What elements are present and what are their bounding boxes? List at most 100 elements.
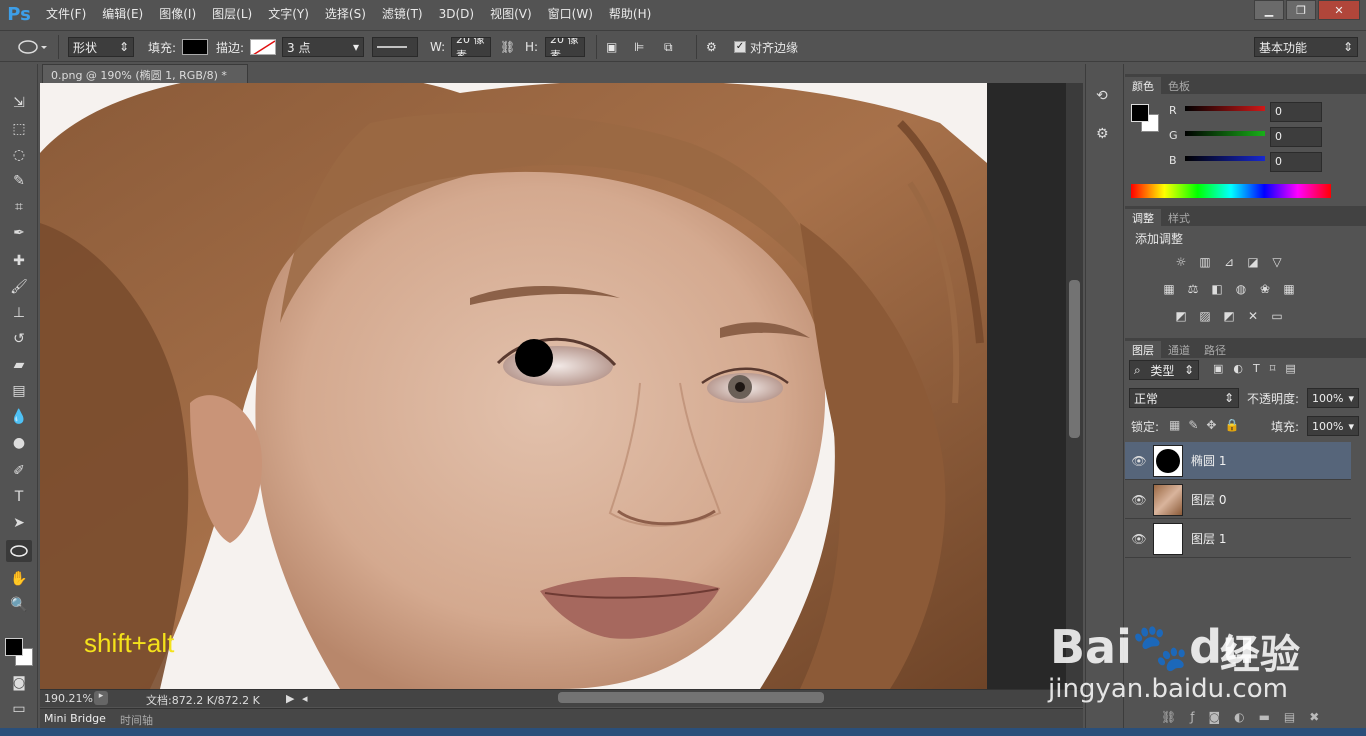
menu-image[interactable]: 图像(I) xyxy=(151,0,204,28)
status-arrow-icon[interactable]: ▶ xyxy=(286,692,294,705)
levels-icon[interactable]: ▥ xyxy=(1197,255,1213,269)
tab-timeline[interactable]: 时间轴 xyxy=(120,712,153,728)
eye-icon[interactable]: 👁 xyxy=(1125,454,1153,468)
ellipse-tool-icon[interactable] xyxy=(6,540,32,562)
brightness-icon[interactable]: ☼ xyxy=(1173,255,1189,269)
menu-type[interactable]: 文字(Y) xyxy=(260,0,317,28)
color-spectrum-bar[interactable] xyxy=(1131,184,1331,198)
menu-filter[interactable]: 滤镜(T) xyxy=(374,0,431,28)
channel-g-input[interactable]: 0 xyxy=(1270,127,1322,147)
crop-tool-icon[interactable]: ⌗ xyxy=(6,196,32,218)
layer-filter-select[interactable]: ⌕ 类型 ⇕ xyxy=(1129,360,1199,380)
properties-panel-icon[interactable]: ⚙ xyxy=(1096,126,1109,142)
menu-view[interactable]: 视图(V) xyxy=(482,0,540,28)
menu-3d[interactable]: 3D(D) xyxy=(431,0,482,28)
fill-swatch[interactable] xyxy=(182,39,208,55)
fill-input[interactable]: 100% ▾ xyxy=(1307,416,1359,436)
channel-mixer-icon[interactable]: ❀ xyxy=(1257,282,1273,296)
hue-saturation-icon[interactable]: ▦ xyxy=(1161,282,1177,296)
curves-icon[interactable]: ⊿ xyxy=(1221,255,1237,269)
vertical-scroll-thumb[interactable] xyxy=(1069,280,1080,438)
eye-icon[interactable]: 👁 xyxy=(1125,532,1153,546)
color-fg-swatch[interactable] xyxy=(1131,104,1149,122)
tab-layers[interactable]: 图层 xyxy=(1125,341,1161,358)
selective-color-icon[interactable]: ✕ xyxy=(1245,309,1261,323)
stroke-type-select[interactable] xyxy=(372,37,418,57)
layer-row-layer0[interactable]: 👁 图层 0 xyxy=(1125,481,1351,519)
marquee-tool-icon[interactable]: ⬚ xyxy=(6,118,32,140)
invert-icon[interactable]: ◩ xyxy=(1173,309,1189,323)
quick-mask-icon[interactable]: ◙ xyxy=(6,672,32,694)
lasso-tool-icon[interactable]: ◌ xyxy=(6,144,32,166)
layer-row-layer1[interactable]: 👁 图层 1 xyxy=(1125,520,1351,558)
menu-select[interactable]: 选择(S) xyxy=(317,0,374,28)
ellipse-shape[interactable] xyxy=(515,339,553,377)
color-lookup-icon[interactable]: ▦ xyxy=(1281,282,1297,296)
tab-swatches[interactable]: 色板 xyxy=(1161,77,1197,94)
document-tab[interactable]: 0.png @ 190% (椭圆 1, RGB/8) * × xyxy=(42,64,248,96)
color-balance-icon[interactable]: ⚖ xyxy=(1185,282,1201,296)
tab-paths[interactable]: 路径 xyxy=(1197,341,1233,358)
type-tool-icon[interactable]: T xyxy=(6,486,32,508)
clone-stamp-tool-icon[interactable]: ⊥ xyxy=(6,302,32,324)
layer-row-ellipse[interactable]: 👁 椭圆 1 xyxy=(1125,442,1351,480)
dodge-tool-icon[interactable]: ● xyxy=(6,432,32,454)
healing-brush-tool-icon[interactable]: ✚ xyxy=(6,250,32,272)
status-menu-icon[interactable]: ▸ xyxy=(94,691,108,705)
channel-b-slider[interactable] xyxy=(1185,156,1265,161)
eraser-tool-icon[interactable]: ▰ xyxy=(6,354,32,376)
path-alignment-icon[interactable]: ⊫ xyxy=(634,37,644,57)
vibrance-icon[interactable]: ▽ xyxy=(1269,255,1285,269)
tab-color[interactable]: 颜色 xyxy=(1125,77,1161,94)
align-edges-checkbox[interactable]: ✓ xyxy=(734,41,746,53)
hand-tool-icon[interactable]: ✋ xyxy=(6,568,32,590)
path-arrangement-icon[interactable]: ⧉ xyxy=(664,37,673,57)
scroll-left-icon[interactable]: ◂ xyxy=(302,692,308,705)
tab-channels[interactable]: 通道 xyxy=(1161,341,1197,358)
layer-filter-icons[interactable]: ▣◐T⌑▤ xyxy=(1213,362,1306,375)
history-brush-tool-icon[interactable]: ↺ xyxy=(6,328,32,350)
menu-layer[interactable]: 图层(L) xyxy=(204,0,260,28)
brush-tool-icon[interactable]: 🖌 xyxy=(6,276,32,298)
stroke-swatch[interactable] xyxy=(250,39,276,55)
maximize-button[interactable]: ❐ xyxy=(1286,0,1316,20)
minimize-button[interactable]: ▁ xyxy=(1254,0,1284,20)
quick-select-tool-icon[interactable]: ✎ xyxy=(6,170,32,192)
history-panel-icon[interactable]: ⟲ xyxy=(1096,88,1108,104)
channel-g-slider[interactable] xyxy=(1185,131,1265,136)
photo-filter-icon[interactable]: ◍ xyxy=(1233,282,1249,296)
tab-mini-bridge[interactable]: Mini Bridge xyxy=(44,712,106,725)
pen-tool-icon[interactable]: ✐ xyxy=(6,460,32,482)
move-tool-icon[interactable]: ⇲ xyxy=(6,92,32,114)
workspace-select[interactable]: 基本功能 ⇕ xyxy=(1254,37,1358,57)
blend-mode-select[interactable]: 正常 ⇕ xyxy=(1129,388,1239,408)
path-operations-icon[interactable]: ▣ xyxy=(606,37,617,57)
eyedropper-tool-icon[interactable]: ✒ xyxy=(6,222,32,244)
posterize-icon[interactable]: ▨ xyxy=(1197,309,1213,323)
tab-styles[interactable]: 样式 xyxy=(1161,209,1197,226)
horizontal-scroll-thumb[interactable] xyxy=(558,692,824,703)
tool-mode-select[interactable]: 形状 ⇕ xyxy=(68,37,134,57)
opacity-input[interactable]: 100% ▾ xyxy=(1307,388,1359,408)
threshold-icon[interactable]: ◩ xyxy=(1221,309,1237,323)
channel-r-slider[interactable] xyxy=(1185,106,1265,111)
blur-tool-icon[interactable]: 💧 xyxy=(6,406,32,428)
channel-b-input[interactable]: 0 xyxy=(1270,152,1322,172)
channel-r-input[interactable]: 0 xyxy=(1270,102,1322,122)
width-input[interactable]: 20 像素 xyxy=(451,37,491,57)
menu-edit[interactable]: 编辑(E) xyxy=(94,0,151,28)
menu-help[interactable]: 帮助(H) xyxy=(601,0,659,28)
layers-footer-icons[interactable]: ⛓ƒ◙◐▬▤✖ xyxy=(1161,710,1333,724)
eye-icon[interactable]: 👁 xyxy=(1125,493,1153,507)
menu-window[interactable]: 窗口(W) xyxy=(540,0,601,28)
zoom-level[interactable]: 190.21% xyxy=(44,692,93,705)
link-icon[interactable]: ⛓ xyxy=(500,37,515,57)
gear-icon[interactable]: ⚙ xyxy=(706,37,717,57)
exposure-icon[interactable]: ◪ xyxy=(1245,255,1261,269)
menu-file[interactable]: 文件(F) xyxy=(38,0,94,28)
screen-mode-icon[interactable]: ▭ xyxy=(6,698,32,720)
canvas-area[interactable] xyxy=(40,83,1066,689)
black-white-icon[interactable]: ◧ xyxy=(1209,282,1225,296)
height-input[interactable]: 20 像素 xyxy=(545,37,585,57)
close-button[interactable]: ✕ xyxy=(1318,0,1360,20)
